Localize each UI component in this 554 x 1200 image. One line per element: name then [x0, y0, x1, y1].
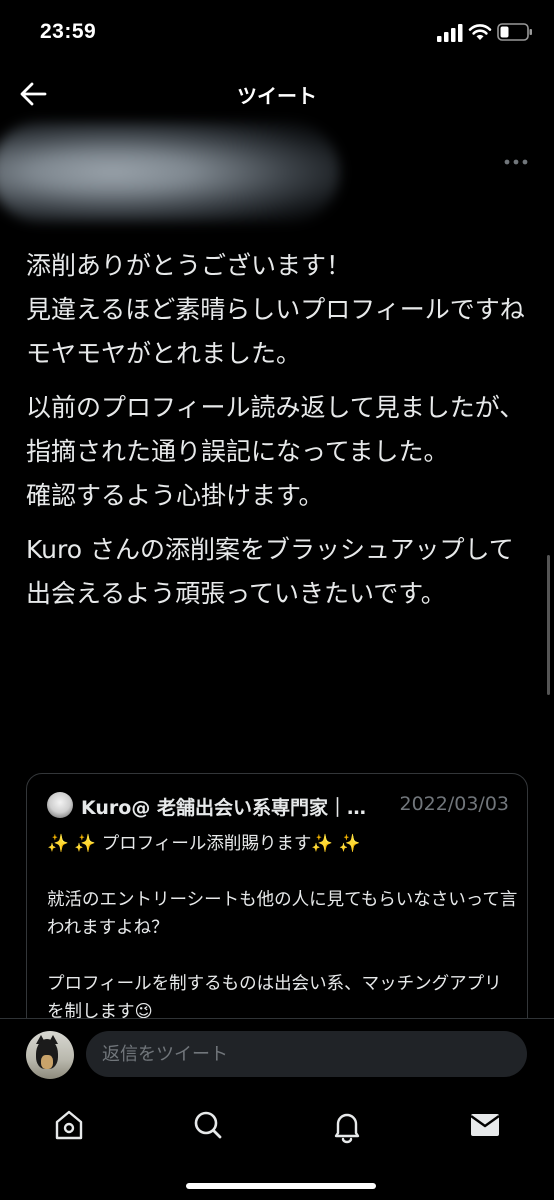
- notifications-icon[interactable]: [327, 1105, 367, 1145]
- avatar-dog-chest: [41, 1055, 53, 1069]
- quoted-tweet-header: Kuro@ 老舗出会い系専門家｜… 2022/03/03: [47, 792, 513, 820]
- home-icon[interactable]: [49, 1105, 89, 1145]
- tweet-text: 添削ありがとうございます！ 見違えるほど素晴らしいプロフィールですね モヤモヤが…: [26, 244, 526, 626]
- quoted-author-name: Kuro@ 老舗出会い系専門家｜…: [81, 797, 366, 819]
- status-time: 23:59: [40, 20, 97, 43]
- tweet-paragraph: Kuro さんの添削案をブラッシュアップして出会えるよう頑張っていきたいです。: [26, 535, 514, 608]
- quoted-tweet-text: ✨ ✨ プロフィール添削賜ります✨ ✨ 就活のエントリーシートも他の人に見てもら…: [47, 834, 518, 1022]
- reply-input[interactable]: [86, 1031, 527, 1077]
- wifi-icon: [468, 24, 492, 40]
- cellular-signal-icon: [437, 24, 463, 42]
- more-options-icon[interactable]: [502, 154, 530, 170]
- tweet-paragraph: 添削ありがとうございます！ 見違えるほど素晴らしいプロフィールですね モヤモヤが…: [26, 251, 525, 368]
- my-avatar[interactable]: [26, 1031, 74, 1079]
- battery-icon: [497, 23, 532, 41]
- home-indicator[interactable]: [186, 1183, 376, 1189]
- tweet-paragraph: 以前のプロフィール読み返して見ましたが、指摘された通り誤記になってました。 確認…: [26, 393, 525, 510]
- quoted-tweet-card[interactable]: Kuro@ 老舗出会い系専門家｜… 2022/03/03 ✨ ✨ プロフィール添…: [26, 773, 528, 1045]
- status-bar: 23:59: [0, 0, 554, 66]
- blurred-author-image: [0, 122, 340, 222]
- quoted-author-avatar: [47, 792, 73, 818]
- search-icon[interactable]: [188, 1105, 228, 1145]
- reply-bar: [0, 1019, 554, 1091]
- quoted-tweet-date: 2022/03/03: [399, 793, 509, 815]
- bottom-tab-bar: [0, 1091, 554, 1200]
- tweet-author-blurred[interactable]: [0, 112, 340, 232]
- scrollbar[interactable]: [547, 555, 550, 695]
- page-title: ツイート: [237, 84, 317, 108]
- messages-icon[interactable]: [465, 1105, 505, 1145]
